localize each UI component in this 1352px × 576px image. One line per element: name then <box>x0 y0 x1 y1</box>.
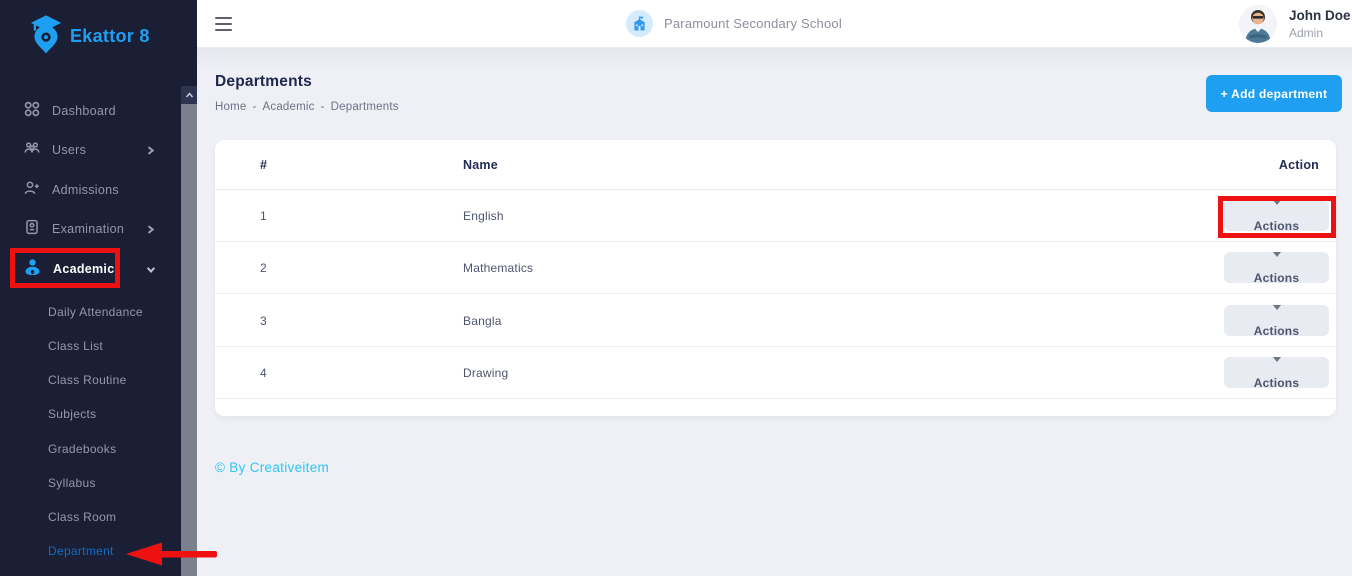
row-number: 1 <box>260 190 267 242</box>
breadcrumb-academic[interactable]: Academic <box>263 101 315 113</box>
dashboard-icon <box>24 101 40 122</box>
school-name: Paramount Secondary School <box>664 16 842 31</box>
scrollbar-thumb[interactable] <box>181 104 197 576</box>
breadcrumb-separator: - <box>321 101 325 113</box>
logo[interactable]: Ekattor 8 <box>30 14 150 59</box>
table-row: 3 Bangla Actions <box>215 295 1336 347</box>
column-header-number: # <box>260 140 267 190</box>
sidebar-item-admissions[interactable]: Admissions <box>24 177 149 203</box>
breadcrumb-home[interactable]: Home <box>215 101 246 113</box>
caret-down-icon <box>1273 357 1281 362</box>
main-content: Departments Home - Academic - Department… <box>197 48 1352 576</box>
app-root: Ekattor 8 Dashboard Users <box>0 0 1352 576</box>
sidebar-subitem-class-list[interactable]: Class List <box>48 335 103 357</box>
sidebar-item-academic[interactable]: Academic <box>24 256 149 282</box>
breadcrumb: Home - Academic - Departments <box>215 101 399 113</box>
row-number: 2 <box>260 242 267 294</box>
school-icon <box>626 10 653 37</box>
table-row: 1 English Actions <box>215 190 1336 242</box>
row-number: 3 <box>260 295 267 347</box>
user-info: John Doe Admin <box>1289 8 1351 40</box>
chevron-up-icon <box>185 92 194 99</box>
logo-icon <box>30 14 62 59</box>
add-department-button[interactable]: + Add department <box>1206 75 1342 112</box>
chevron-right-icon <box>146 137 156 163</box>
sidebar-subitem-daily-attendance[interactable]: Daily Attendance <box>48 301 143 323</box>
sidebar-subitem-syllabus[interactable]: Syllabus <box>48 472 96 494</box>
breadcrumb-current: Departments <box>331 101 399 113</box>
sidebar-subitem-subjects[interactable]: Subjects <box>48 403 96 425</box>
user-role: Admin <box>1289 26 1351 40</box>
table-row: 2 Mathematics Actions <box>215 242 1336 294</box>
menu-icon[interactable] <box>215 17 232 34</box>
caret-down-icon <box>1273 305 1281 310</box>
chevron-right-icon <box>146 216 156 242</box>
chevron-down-icon <box>146 256 156 282</box>
column-header-action: Action <box>1279 140 1319 190</box>
avatar <box>1239 5 1277 43</box>
sidebar-item-dashboard[interactable]: Dashboard <box>24 98 149 124</box>
sidebar-subitem-department[interactable]: Department <box>48 540 114 562</box>
sidebar-subitem-class-room[interactable]: Class Room <box>48 506 116 528</box>
departments-table-card: # Name Action 1 English Actions 2 Mathem… <box>215 140 1336 416</box>
user-menu[interactable]: John Doe Admin <box>1239 5 1351 43</box>
department-name: Drawing <box>463 347 508 399</box>
actions-dropdown-button[interactable]: Actions <box>1224 357 1329 388</box>
caret-down-icon <box>1273 252 1281 257</box>
user-name: John Doe <box>1289 8 1351 23</box>
sidebar-item-examination[interactable]: Examination <box>24 216 149 242</box>
school-selector[interactable]: Paramount Secondary School <box>626 10 842 37</box>
users-icon <box>24 140 40 161</box>
department-name: English <box>463 190 504 242</box>
page-title: Departments <box>215 73 312 91</box>
logo-text: Ekattor 8 <box>70 26 150 47</box>
sidebar-subitem-gradebooks[interactable]: Gradebooks <box>48 438 116 460</box>
table-row: 4 Drawing Actions <box>215 347 1336 399</box>
topbar: Paramount Secondary School John Doe Admi… <box>197 0 1352 48</box>
sidebar-item-users[interactable]: Users <box>24 137 149 163</box>
sidebar-scrollbar[interactable] <box>181 0 197 576</box>
breadcrumb-separator: - <box>252 101 256 113</box>
row-number: 4 <box>260 347 267 399</box>
column-header-name: Name <box>463 140 498 190</box>
department-name: Mathematics <box>463 242 533 294</box>
table-header: # Name Action <box>215 140 1336 190</box>
caret-down-icon <box>1273 200 1281 205</box>
actions-dropdown-button[interactable]: Actions <box>1224 252 1329 283</box>
department-name: Bangla <box>463 295 502 347</box>
person-icon <box>24 258 41 280</box>
footer-copyright: © By Creativeitem <box>215 460 329 475</box>
actions-dropdown-button[interactable]: Actions <box>1224 200 1329 231</box>
sidebar-subitem-class-routine[interactable]: Class Routine <box>48 369 127 391</box>
scroll-up-button[interactable] <box>181 86 197 104</box>
person-plus-icon <box>24 180 40 201</box>
actions-dropdown-button[interactable]: Actions <box>1224 305 1329 336</box>
id-card-icon <box>24 219 40 240</box>
sidebar: Ekattor 8 Dashboard Users <box>0 0 197 576</box>
